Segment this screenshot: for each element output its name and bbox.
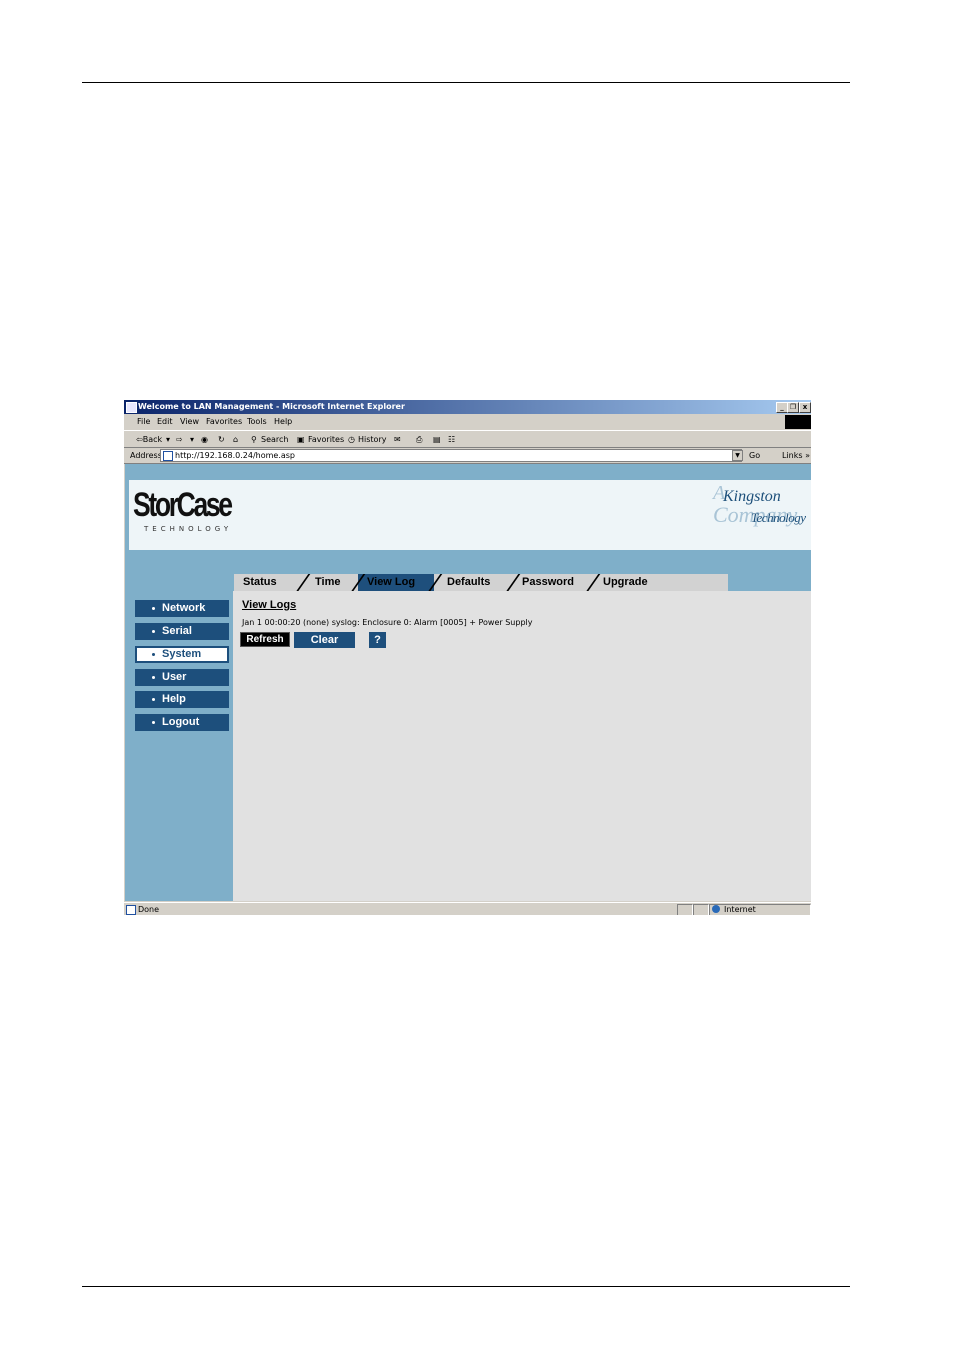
nav-logout-label: Logout [162,716,200,728]
status-cell [693,904,709,915]
toolbar: ⇦Back ▾ ⇨ ▾ ◉ ↻ ⌂ ⚲ Search ▣ Favorites ◷… [124,430,811,448]
close-button[interactable]: x [799,402,811,413]
nav-serial-label: Serial [162,625,192,637]
status-cell [677,904,693,915]
menu-favorites[interactable]: Favorites [206,417,242,426]
kingston-logo-technology: Technology [751,510,806,525]
refresh-icon[interactable]: ↻ [218,435,225,444]
tab-status[interactable]: Status [243,574,277,591]
edit-icon[interactable]: ▤ [433,435,441,444]
tab-separator [505,574,521,592]
nav-help-label: Help [162,693,186,705]
clear-button[interactable]: Clear [294,632,355,648]
mail-icon[interactable]: ✉ [394,435,401,444]
menu-help[interactable]: Help [274,417,292,426]
tab-bar: Status Time View Log Defaults Password U… [234,574,728,592]
print-icon[interactable]: ⎙ [416,435,422,445]
refresh-button[interactable]: Refresh [240,632,290,647]
web-page: StorCase TECHNOLOGY A Company Kingston T… [125,464,811,901]
nav-system[interactable]: System [135,646,229,663]
page-title: View Logs [242,599,297,611]
address-dropdown-icon[interactable]: ▼ [732,450,743,461]
bullet-icon [152,607,155,610]
globe-icon [712,905,720,913]
bullet-icon [152,698,155,701]
bullet-icon [152,653,155,656]
forward-dropdown-icon[interactable]: ▾ [190,435,194,444]
status-text: Done [138,905,160,914]
page-done-icon [126,905,136,915]
log-entry: Jan 1 00:00:20 (none) syslog: Enclosure … [242,618,533,627]
ie-icon [126,402,137,413]
security-zone: Internet [724,905,756,914]
stop-icon[interactable]: ◉ [201,435,208,444]
address-bar: Address http://192.168.0.24/home.asp ▼ G… [124,447,811,464]
go-button[interactable]: Go [749,451,760,460]
back-dropdown-icon[interactable]: ▾ [166,435,170,444]
top-rule [82,82,850,83]
browser-window: Welcome to LAN Management - Microsoft In… [124,400,811,915]
storcase-tagline: TECHNOLOGY [144,525,233,533]
address-input[interactable]: http://192.168.0.24/home.asp [160,449,742,462]
menu-bar: File Edit View Favorites Tools Help [124,414,811,429]
back-button[interactable]: ⇦Back [136,435,162,444]
nav-user-label: User [162,671,187,683]
menu-file[interactable]: File [137,417,150,426]
forward-button[interactable]: ⇨ [176,435,183,444]
address-label: Address [130,451,162,460]
history-button[interactable]: History [358,435,386,444]
history-icon[interactable]: ◷ [348,435,355,444]
nav-network-label: Network [162,602,206,614]
title-bar: Welcome to LAN Management - Microsoft In… [124,400,811,414]
tab-separator [585,574,601,592]
tab-upgrade[interactable]: Upgrade [603,574,648,591]
content-panel: View Logs Jan 1 00:00:20 (none) syslog: … [233,591,811,901]
nav-user[interactable]: User [135,669,229,686]
tab-view-log[interactable]: View Log [358,574,434,591]
nav-system-label: System [162,648,202,660]
bottom-rule [82,1286,850,1287]
nav-network[interactable]: Network [135,600,229,617]
storcase-logo: StorCase [133,486,233,524]
search-icon[interactable]: ⚲ [251,435,257,444]
kingston-logo: A Company Kingston Technology [709,482,809,542]
bullet-icon [152,630,155,633]
help-button[interactable]: ? [369,632,386,648]
restore-button[interactable]: ❐ [787,402,799,413]
tab-password[interactable]: Password [522,574,574,591]
links-button[interactable]: Links » [782,451,810,460]
nav-logout[interactable]: Logout [135,714,229,731]
tab-defaults[interactable]: Defaults [447,574,490,591]
bullet-icon [152,721,155,724]
menu-edit[interactable]: Edit [157,417,173,426]
favorites-button[interactable]: Favorites [308,435,344,444]
search-button[interactable]: Search [261,435,288,444]
nav-serial[interactable]: Serial [135,623,229,640]
status-bar: Done Internet [124,902,811,915]
page-icon [163,451,173,461]
menu-view[interactable]: View [180,417,199,426]
tab-separator [295,574,311,592]
bullet-icon [152,676,155,679]
menu-tools[interactable]: Tools [247,417,267,426]
nav-help[interactable]: Help [135,691,229,708]
favorites-icon[interactable]: ▣ [297,435,305,444]
address-url: http://192.168.0.24/home.asp [175,451,296,460]
sidebar: Network Serial System User Help Logout [125,591,233,901]
kingston-logo-name: Kingston [723,488,781,505]
windows-logo-icon [785,415,811,429]
header-banner: StorCase TECHNOLOGY A Company Kingston T… [129,480,811,550]
window-title: Welcome to LAN Management - Microsoft In… [138,402,405,411]
discuss-icon[interactable]: ☷ [448,435,455,444]
home-icon[interactable]: ⌂ [233,435,238,444]
tab-view-log-label: View Log [367,576,416,588]
tab-time[interactable]: Time [315,574,340,591]
